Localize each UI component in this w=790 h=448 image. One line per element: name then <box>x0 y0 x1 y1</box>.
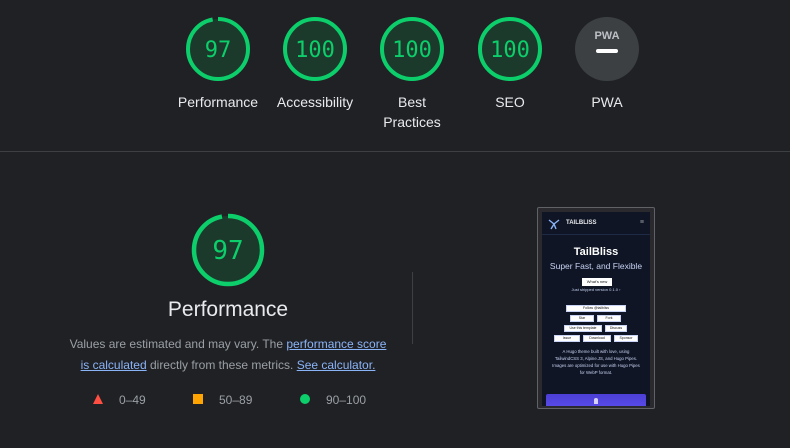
seo-score: 100 <box>490 38 530 63</box>
menu-icon: ≡ <box>639 219 644 226</box>
desc-middle: directly from these metrics. <box>146 358 297 372</box>
thumbnail-btn-fork: Fork <box>597 315 621 322</box>
seo-ring-icon: 100 <box>478 17 542 81</box>
performance-score: 97 <box>205 38 232 63</box>
gauge-performance[interactable]: 97 Performance <box>168 16 268 112</box>
accessibility-ring-icon: 100 <box>283 17 347 81</box>
best-practices-score: 100 <box>392 38 432 63</box>
thumbnail-btn-template: Use this template <box>564 325 602 332</box>
thumbnail-btn-issue: Issue <box>554 335 580 342</box>
thumbnail-btn-discuss: Discuss <box>605 325 627 332</box>
triangle-icon <box>93 394 103 404</box>
thumbnail-badge: What's new <box>582 278 612 286</box>
performance-description: Values are estimated and may vary. The p… <box>60 334 396 376</box>
thumbnail-hero <box>546 394 646 406</box>
best-practices-label: Best Practices <box>383 94 441 130</box>
thumbnail-page: TAILBLISS ≡ TailBliss Super Fast, and Fl… <box>542 212 650 406</box>
thumbnail-shipped: Just shipped version 0.1.0 › <box>571 287 621 292</box>
performance-ring-icon: 97 <box>186 17 250 81</box>
thumbnail-nav-divider <box>542 234 650 235</box>
square-icon <box>193 394 203 404</box>
gauge-accessibility[interactable]: 100 Accessibility <box>265 16 365 112</box>
pwa-badge-icon: PWA <box>575 17 639 81</box>
circle-icon <box>300 394 310 404</box>
gauge-seo[interactable]: 100 SEO <box>460 16 560 112</box>
accessibility-label: Accessibility <box>276 94 354 110</box>
score-legend: 0–49 50–89 90–100 <box>90 393 390 409</box>
pwa-badge-text: PWA <box>594 30 619 42</box>
thumbnail-heading: TailBliss <box>573 246 619 258</box>
thumbnail-btn-star: Star <box>570 315 594 322</box>
performance-title: Performance <box>167 298 289 321</box>
see-calculator-link[interactable]: See calculator. <box>297 358 376 372</box>
category-gauges: 97 Performance 100 Accessibility 100 Bes… <box>0 16 790 144</box>
seo-label: SEO <box>495 94 525 110</box>
thumbnail-paragraph: A Hugo theme built with love, using Tail… <box>552 349 640 375</box>
thumbnail-subheading: Super Fast, and Flexible <box>549 261 643 271</box>
thumbnail-btn-follow: Follow @tailbliss <box>566 305 626 312</box>
pwa-dash-icon <box>596 49 618 53</box>
thumbnail-btn-download: Download <box>583 335 611 342</box>
desc-prefix: Values are estimated and may vary. The <box>69 337 287 351</box>
performance-label: Performance <box>177 94 259 110</box>
legend-pass-range: 90–100 <box>326 393 367 407</box>
tailbliss-logo-icon <box>548 219 560 230</box>
hero-rocket-icon <box>594 398 598 404</box>
gauge-pwa[interactable]: PWA PWA <box>557 16 657 112</box>
performance-large-ring-icon: 97 <box>191 213 265 287</box>
best-practices-ring-icon: 100 <box>380 17 444 81</box>
pwa-label: PWA <box>591 94 623 110</box>
thumbnail-btn-sponsor: Sponsor <box>614 335 638 342</box>
thumbnail-brand: TAILBLISS <box>566 220 597 226</box>
legend-fail-range: 0–49 <box>119 393 146 407</box>
final-screenshot-thumbnail[interactable]: TAILBLISS ≡ TailBliss Super Fast, and Fl… <box>537 207 655 409</box>
accessibility-score: 100 <box>295 38 335 63</box>
performance-detail: 97 Performance Values are estimated and … <box>60 212 396 376</box>
legend-average-range: 50–89 <box>219 393 253 407</box>
vertical-divider <box>412 272 413 344</box>
section-divider <box>0 151 790 152</box>
thumbnail-nav: TAILBLISS ≡ <box>548 218 644 232</box>
gauge-best-practices[interactable]: 100 Best Practices <box>362 16 462 132</box>
performance-large-score: 97 <box>212 236 243 266</box>
